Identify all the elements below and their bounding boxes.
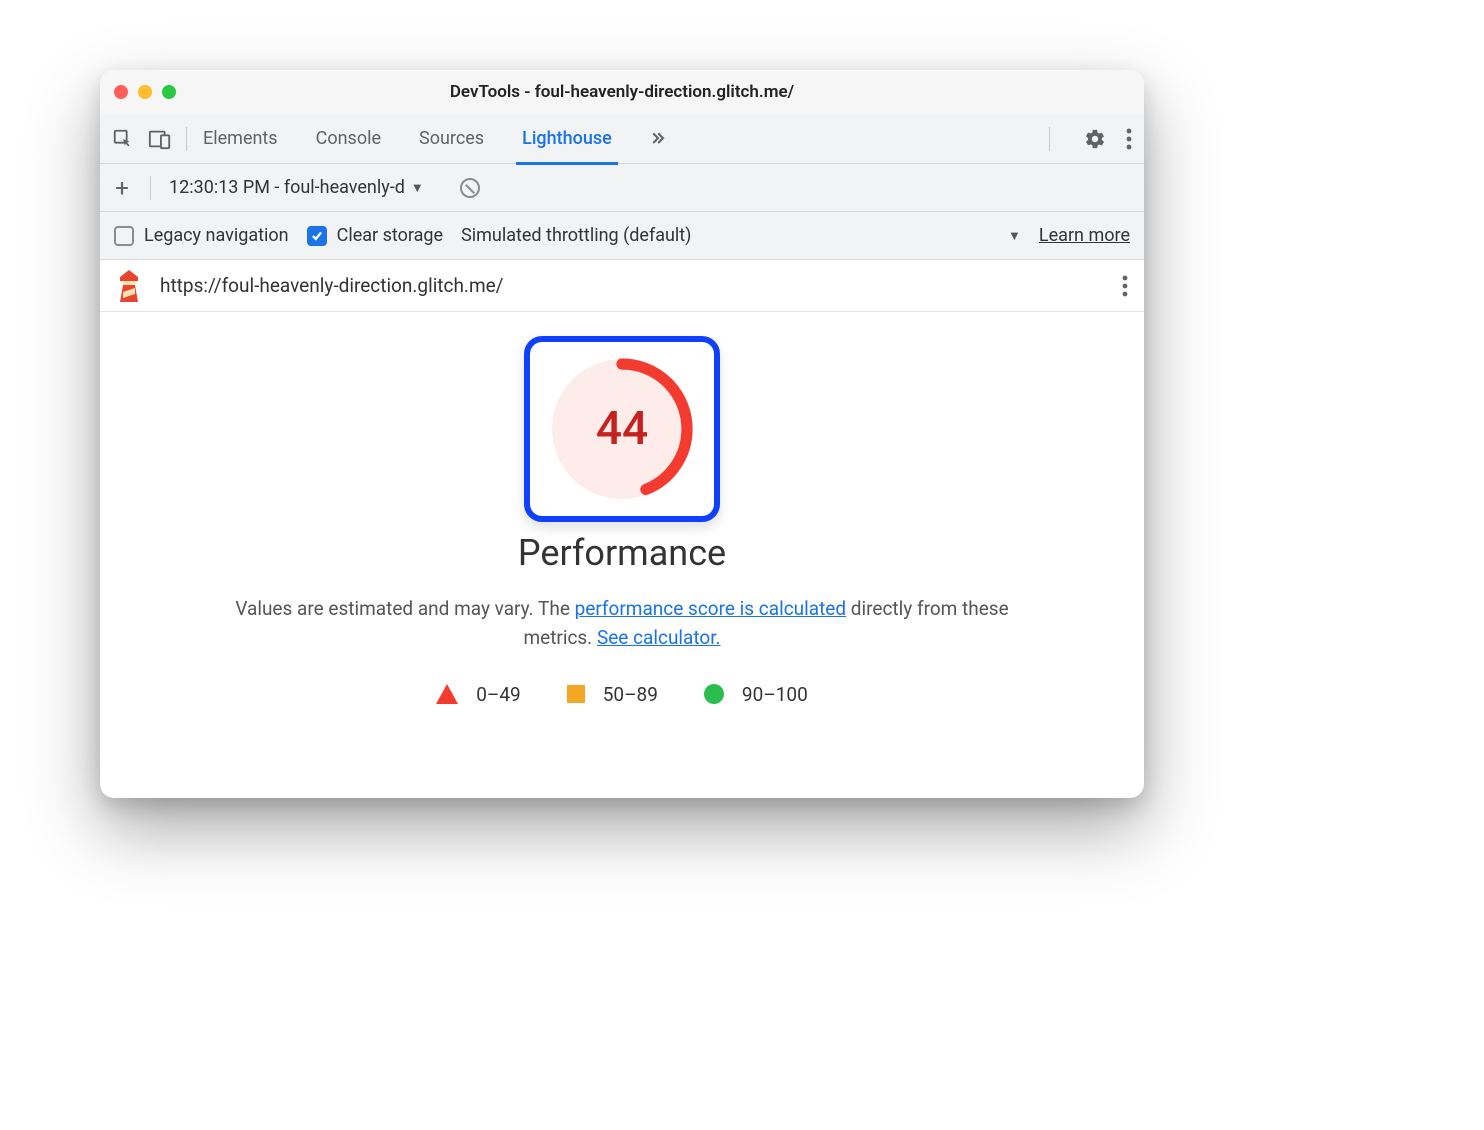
- checkbox-unchecked-icon: [114, 226, 134, 246]
- clear-audits-icon[interactable]: [460, 178, 480, 198]
- performance-score: 44: [547, 354, 697, 504]
- maximize-window-button[interactable]: [162, 85, 176, 99]
- see-calculator-link[interactable]: See calculator.: [597, 626, 721, 649]
- circle-icon: [704, 684, 724, 704]
- legend-good: 90–100: [704, 683, 808, 706]
- devtools-window: DevTools - foul-heavenly-direction.glitc…: [100, 70, 1144, 798]
- legacy-navigation-label: Legacy navigation: [144, 225, 289, 246]
- score-gauge-highlight: 44: [524, 336, 720, 522]
- score-legend: 0–49 50–89 90–100: [130, 683, 1114, 706]
- window-controls: [114, 85, 176, 99]
- category-title: Performance: [130, 532, 1114, 574]
- throttling-dropdown[interactable]: Simulated throttling (default): [461, 225, 691, 246]
- dropdown-arrow-icon[interactable]: ▼: [1008, 228, 1021, 244]
- lighthouse-report: 44 Performance Values are estimated and …: [100, 312, 1144, 706]
- legend-average: 50–89: [567, 683, 658, 706]
- score-description: Values are estimated and may vary. The p…: [202, 594, 1042, 653]
- audit-history-label: 12:30:13 PM - foul-heavenly-d: [169, 177, 405, 198]
- toggle-device-toolbar-icon[interactable]: [148, 128, 172, 150]
- lighthouse-logo-icon: [116, 270, 142, 302]
- separator: [150, 176, 151, 200]
- checkbox-checked-icon: [307, 226, 327, 246]
- triangle-icon: [436, 684, 458, 704]
- new-audit-button[interactable]: +: [112, 174, 132, 202]
- square-icon: [567, 685, 585, 703]
- devtools-toolbar: Elements Console Sources Lighthouse: [100, 114, 1144, 164]
- inspect-element-icon[interactable]: [112, 128, 134, 150]
- tab-elements[interactable]: Elements: [201, 116, 280, 161]
- dropdown-arrow-icon: ▼: [411, 180, 424, 196]
- report-url: https://foul-heavenly-direction.glitch.m…: [160, 274, 1104, 297]
- clear-storage-label: Clear storage: [337, 225, 443, 246]
- more-tabs-icon[interactable]: [648, 129, 668, 149]
- report-url-row: https://foul-heavenly-direction.glitch.m…: [100, 260, 1144, 312]
- clear-storage-checkbox[interactable]: Clear storage: [307, 225, 443, 246]
- report-options-icon[interactable]: [1122, 275, 1128, 297]
- score-calc-link[interactable]: performance score is calculated: [575, 597, 846, 620]
- tab-sources[interactable]: Sources: [417, 116, 486, 161]
- toolbar-separator: [1049, 127, 1050, 151]
- lighthouse-options-row: Legacy navigation Clear storage Simulate…: [100, 212, 1144, 260]
- throttling-label: Simulated throttling (default): [461, 225, 691, 246]
- learn-more-link[interactable]: Learn more: [1039, 225, 1130, 246]
- tab-lighthouse[interactable]: Lighthouse: [520, 116, 614, 161]
- window-title: DevTools - foul-heavenly-direction.glitc…: [100, 82, 1144, 102]
- lighthouse-audit-row: + 12:30:13 PM - foul-heavenly-d ▼: [100, 164, 1144, 212]
- performance-gauge[interactable]: 44: [547, 354, 697, 504]
- audit-history-dropdown[interactable]: 12:30:13 PM - foul-heavenly-d ▼: [169, 177, 424, 198]
- legacy-navigation-checkbox[interactable]: Legacy navigation: [114, 225, 289, 246]
- tab-console[interactable]: Console: [314, 116, 383, 161]
- legend-poor: 0–49: [436, 683, 521, 706]
- minimize-window-button[interactable]: [138, 85, 152, 99]
- toolbar-separator: [186, 127, 187, 151]
- titlebar: DevTools - foul-heavenly-direction.glitc…: [100, 70, 1144, 114]
- panel-tabs: Elements Console Sources Lighthouse: [201, 116, 668, 161]
- more-options-icon[interactable]: [1126, 128, 1132, 150]
- settings-gear-icon[interactable]: [1084, 128, 1106, 150]
- close-window-button[interactable]: [114, 85, 128, 99]
